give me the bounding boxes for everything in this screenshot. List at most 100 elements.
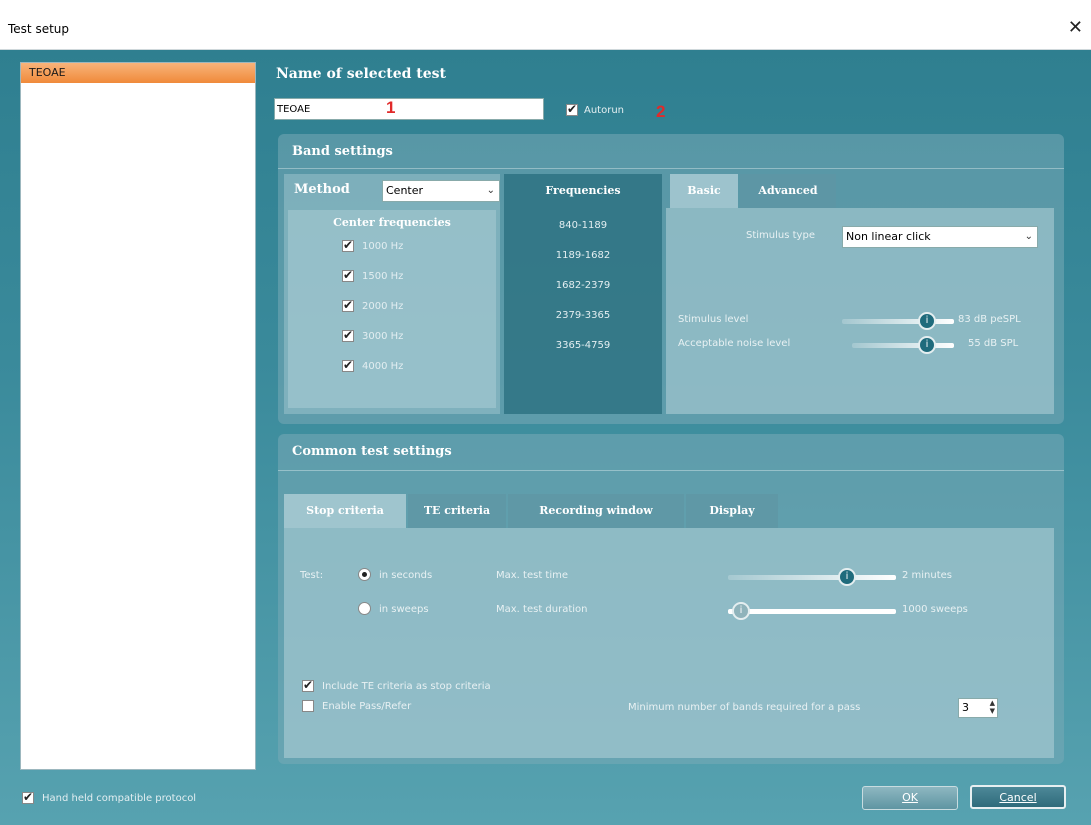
- chevron-down-icon: ⌄: [1024, 231, 1033, 242]
- checkbox-icon[interactable]: [342, 328, 354, 342]
- checkbox-icon[interactable]: [302, 678, 314, 692]
- center-freq-label: 3000 Hz: [362, 330, 404, 342]
- stimulus-level-value: 83 dB peSPL: [958, 314, 1021, 325]
- tab-stop-criteria[interactable]: Stop criteria: [284, 494, 406, 528]
- frequencies-column: Frequencies 840-1189 1189-1682 1682-2379…: [504, 174, 662, 414]
- method-value: Center: [386, 184, 424, 197]
- test-label: Test:: [300, 570, 324, 581]
- method-select[interactable]: Center ⌄: [382, 180, 500, 202]
- max-time-slider[interactable]: i: [728, 568, 896, 586]
- close-icon[interactable]: ✕: [1068, 17, 1083, 38]
- max-time-value: 2 minutes: [902, 570, 953, 581]
- cancel-label: Cancel: [999, 791, 1037, 804]
- tab-advanced[interactable]: Advanced: [740, 174, 836, 208]
- divider: [278, 470, 1064, 471]
- method-area: Method Center ⌄ Center frequencies 1000 …: [284, 174, 500, 414]
- checkbox-icon[interactable]: [342, 358, 354, 372]
- max-duration-value: 1000 sweeps: [902, 604, 968, 615]
- slider-knob[interactable]: i: [838, 568, 856, 586]
- callout-marker-1: 1: [386, 98, 396, 117]
- common-test-settings-panel: Common test settings Stop criteria TE cr…: [278, 434, 1064, 764]
- radio-icon[interactable]: [358, 568, 371, 581]
- center-freq-label: 1000 Hz: [362, 240, 404, 252]
- frequency-range: 840-1189: [558, 220, 608, 231]
- ok-button[interactable]: OK: [862, 786, 958, 810]
- frequency-range: 1682-2379: [555, 280, 611, 291]
- noise-level-value: 55 dB SPL: [968, 338, 1019, 349]
- autorun-label: Autorun: [584, 104, 625, 116]
- center-freq-row[interactable]: 2000 Hz: [342, 298, 403, 312]
- slider-track: [728, 575, 896, 580]
- slider-knob[interactable]: i: [918, 336, 936, 354]
- stimulus-level-slider[interactable]: i: [842, 312, 954, 330]
- radio-sweeps-label: in sweeps: [379, 603, 429, 615]
- slider-track: [728, 609, 896, 614]
- stimulus-type-value: Non linear click: [846, 230, 931, 243]
- stimulus-type-select[interactable]: Non linear click ⌄: [842, 226, 1038, 248]
- center-freq-row[interactable]: 1500 Hz: [342, 268, 404, 282]
- noise-level-label: Acceptable noise level: [678, 338, 791, 349]
- min-bands-value: 3: [962, 701, 969, 714]
- center-freq-label: 4000 Hz: [362, 360, 404, 372]
- pass-refer-label: Enable Pass/Refer: [322, 701, 412, 712]
- center-frequencies-box: Center frequencies 1000 Hz 1500 Hz 2000 …: [288, 210, 496, 408]
- frequency-range: 1189-1682: [555, 250, 611, 261]
- frequency-range: 2379-3365: [555, 310, 611, 321]
- handheld-label: Hand held compatible protocol: [42, 792, 197, 804]
- center-freq-row[interactable]: 4000 Hz: [342, 358, 404, 372]
- include-te-checkbox[interactable]: Include TE criteria as stop criteria: [302, 678, 491, 692]
- stimulus-type-label: Stimulus type: [746, 230, 815, 241]
- cancel-button[interactable]: Cancel: [970, 785, 1066, 809]
- min-bands-label: Minimum number of bands required for a p…: [628, 702, 861, 713]
- divider: [278, 168, 1064, 169]
- max-time-label: Max. test time: [496, 570, 569, 581]
- band-settings-heading: Band settings: [292, 144, 393, 159]
- band-settings-panel: Band settings Method Center ⌄ Center fre…: [278, 134, 1064, 424]
- stepper-arrows-icon[interactable]: ▲ ▼: [990, 699, 995, 715]
- slider-knob[interactable]: i: [918, 312, 936, 330]
- max-duration-label: Max. test duration: [496, 604, 588, 615]
- basic-tab-body: Stimulus type Non linear click ⌄ Stimulu…: [666, 208, 1054, 414]
- checkbox-icon[interactable]: [342, 238, 354, 252]
- radio-in-sweeps[interactable]: in sweeps: [358, 602, 429, 615]
- stimulus-level-label: Stimulus level: [678, 314, 749, 325]
- tab-recording-window[interactable]: Recording window: [508, 494, 684, 528]
- radio-icon[interactable]: [358, 602, 371, 615]
- test-name-input[interactable]: [274, 98, 544, 120]
- title-bar: Test setup ✕: [0, 0, 1091, 50]
- checkbox-icon[interactable]: [302, 700, 314, 712]
- dialog-body: TEOAE Name of selected test 1 Autorun 2 …: [0, 50, 1091, 825]
- checkbox-icon[interactable]: [22, 790, 34, 804]
- checkbox-icon[interactable]: [342, 298, 354, 312]
- autorun-check-icon[interactable]: [566, 102, 578, 116]
- handheld-checkbox[interactable]: Hand held compatible protocol: [22, 790, 197, 804]
- radio-in-seconds[interactable]: in seconds: [358, 568, 432, 581]
- radio-seconds-label: in seconds: [379, 569, 433, 581]
- center-freq-label: 1500 Hz: [362, 270, 404, 282]
- ok-label: OK: [902, 791, 918, 804]
- include-te-label: Include TE criteria as stop criteria: [322, 681, 491, 692]
- common-settings-heading: Common test settings: [292, 444, 452, 459]
- autorun-checkbox[interactable]: Autorun: [566, 102, 625, 116]
- test-list[interactable]: TEOAE: [20, 62, 256, 770]
- center-freq-row[interactable]: 3000 Hz: [342, 328, 404, 342]
- name-heading: Name of selected test: [276, 66, 446, 82]
- tab-basic[interactable]: Basic: [670, 174, 738, 208]
- max-duration-slider[interactable]: i: [728, 602, 896, 620]
- pass-refer-checkbox[interactable]: Enable Pass/Refer: [302, 700, 411, 712]
- method-label: Method: [294, 182, 350, 197]
- stop-criteria-tab-body: Test: in seconds in sweeps Max. test tim…: [284, 528, 1054, 758]
- tab-display[interactable]: Display: [686, 494, 778, 528]
- frequency-range: 3365-4759: [555, 340, 611, 351]
- slider-track: [852, 343, 954, 348]
- chevron-down-icon: ⌄: [486, 185, 495, 196]
- center-frequencies-title: Center frequencies: [333, 216, 451, 229]
- noise-level-slider[interactable]: i: [852, 336, 954, 354]
- center-freq-row[interactable]: 1000 Hz: [342, 238, 404, 252]
- min-bands-stepper[interactable]: 3 ▲ ▼: [958, 698, 998, 718]
- slider-knob[interactable]: i: [732, 602, 750, 620]
- callout-marker-2: 2: [656, 102, 666, 121]
- test-list-item-teoae[interactable]: TEOAE: [21, 63, 255, 83]
- tab-te-criteria[interactable]: TE criteria: [408, 494, 506, 528]
- checkbox-icon[interactable]: [342, 268, 354, 282]
